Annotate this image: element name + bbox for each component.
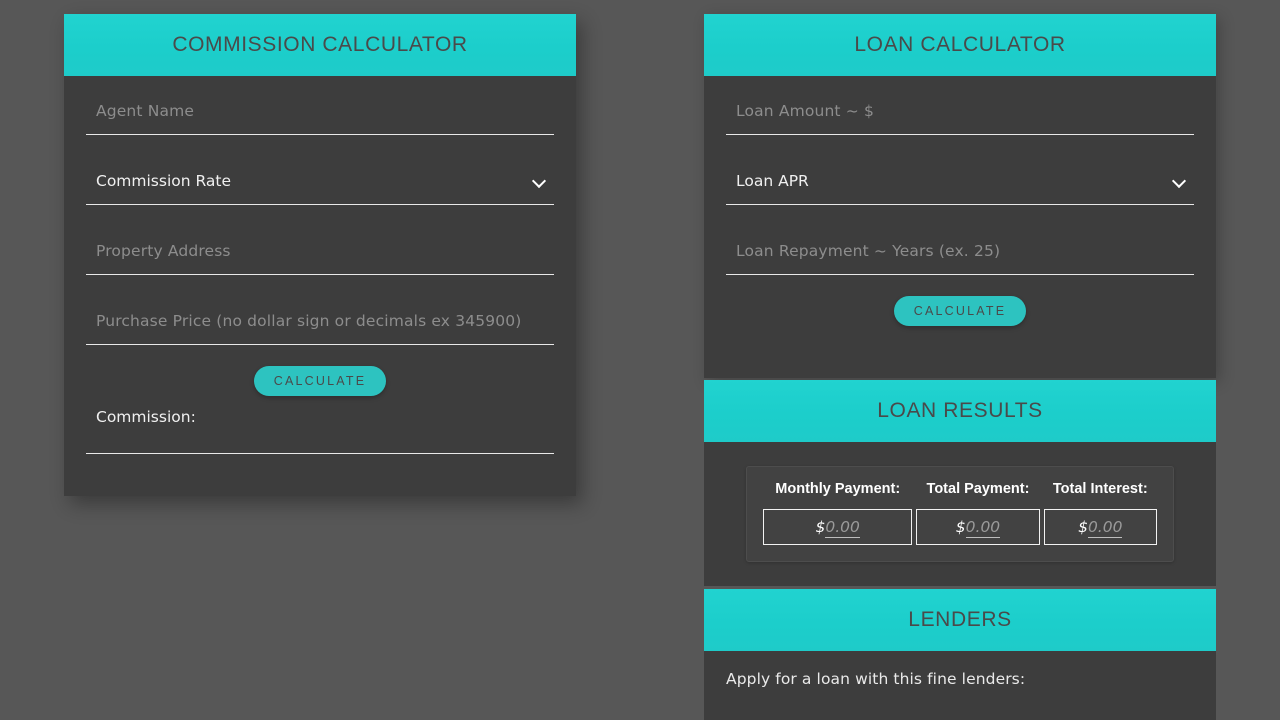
commission-calculator-panel: COMMISSION CALCULATOR Agent Name Commiss… <box>64 14 576 496</box>
loan-results-title: LOAN RESULTS <box>877 399 1043 422</box>
loan-repayment-underline <box>726 274 1194 275</box>
currency-sign: $ <box>955 518 966 537</box>
column-header-total-interest: Total Interest: <box>1052 481 1148 498</box>
loan-calculator-panel: LOAN CALCULATOR Loan Amount ~ $ Loan APR… <box>704 14 1216 378</box>
purchase-price-placeholder: Purchase Price (no dollar sign or decima… <box>96 312 522 330</box>
chevron-down-icon <box>533 175 546 188</box>
loan-calculator-title: LOAN CALCULATOR <box>854 33 1066 56</box>
loan-apr-underline <box>726 204 1194 205</box>
loan-repayment-field[interactable]: Loan Repayment ~ Years (ex. 25) <box>726 216 1194 286</box>
monthly-payment-amount: 0.00 <box>825 518 860 539</box>
loan-calculator-header: LOAN CALCULATOR <box>704 14 1216 76</box>
loan-results-table-card: Monthly Payment: Total Payment: Total In… <box>746 466 1174 562</box>
property-address-underline <box>86 274 554 275</box>
commission-result-row: Commission: <box>86 396 554 454</box>
lenders-intro-text: Apply for a loan with this fine lenders: <box>726 670 1026 688</box>
total-interest-amount: 0.00 <box>1087 518 1123 539</box>
cell-total-payment[interactable]: $0.00 <box>916 508 1040 545</box>
commission-calculator-title: COMMISSION CALCULATOR <box>172 33 468 56</box>
total-interest-value: $0.00 <box>1078 518 1123 539</box>
loan-results-body: Monthly Payment: Total Payment: Total In… <box>704 442 1216 586</box>
lenders-body: Apply for a loan with this fine lenders: <box>704 651 1216 720</box>
loan-results-panel: LOAN RESULTS Monthly Payment: Total Paym… <box>704 380 1216 586</box>
lenders-title: LENDERS <box>908 608 1012 631</box>
commission-calculate-row: CALCULATE <box>86 356 554 396</box>
column-header-monthly-payment: Monthly Payment: <box>775 481 901 498</box>
agent-name-underline <box>86 134 554 135</box>
agent-name-field[interactable]: Agent Name <box>86 76 554 146</box>
loan-results-table: Monthly Payment: Total Payment: Total In… <box>759 481 1161 545</box>
purchase-price-field[interactable]: Purchase Price (no dollar sign or decima… <box>86 286 554 356</box>
commission-rate-select[interactable]: Commission Rate <box>86 146 554 216</box>
commission-rate-underline <box>86 204 554 205</box>
commission-result-label: Commission: <box>96 408 196 426</box>
loan-calculate-row: CALCULATE <box>726 286 1194 326</box>
total-payment-amount: 0.00 <box>965 518 1001 539</box>
commission-calculator-header: COMMISSION CALCULATOR <box>64 14 576 76</box>
loan-calculator-body: Loan Amount ~ $ Loan APR Loan Repayment … <box>704 76 1216 378</box>
currency-sign: $ <box>815 518 826 537</box>
loan-results-header: LOAN RESULTS <box>704 380 1216 442</box>
currency-sign: $ <box>1078 518 1088 537</box>
loan-amount-placeholder: Loan Amount ~ $ <box>736 102 874 120</box>
total-payment-value: $0.00 <box>955 518 1001 539</box>
commission-rate-label: Commission Rate <box>96 172 232 190</box>
chevron-down-icon <box>1173 175 1186 188</box>
loan-apr-select[interactable]: Loan APR <box>726 146 1194 216</box>
cell-total-interest[interactable]: $0.00 <box>1043 508 1157 545</box>
monthly-payment-value: $0.00 <box>815 518 860 539</box>
commission-calculate-button[interactable]: CALCULATE <box>253 366 387 396</box>
loan-apr-label: Loan APR <box>736 172 809 190</box>
lenders-panel: LENDERS Apply for a loan with this fine … <box>704 589 1216 720</box>
table-header-row: Monthly Payment: Total Payment: Total In… <box>763 481 1157 509</box>
agent-name-placeholder: Agent Name <box>96 102 195 120</box>
commission-result-underline[interactable] <box>86 453 554 454</box>
property-address-placeholder: Property Address <box>96 242 231 260</box>
purchase-price-underline <box>86 344 554 345</box>
loan-amount-underline <box>726 134 1194 135</box>
commission-calculator-body: Agent Name Commission Rate Property Addr… <box>64 76 576 496</box>
loan-amount-field[interactable]: Loan Amount ~ $ <box>726 76 1194 146</box>
lenders-header: LENDERS <box>704 589 1216 651</box>
loan-calculate-button[interactable]: CALCULATE <box>893 296 1027 326</box>
property-address-field[interactable]: Property Address <box>86 216 554 286</box>
column-header-total-payment: Total Payment: <box>926 481 1030 498</box>
cell-monthly-payment[interactable]: $0.00 <box>763 508 913 545</box>
loan-repayment-placeholder: Loan Repayment ~ Years (ex. 25) <box>736 242 1001 260</box>
table-row: $0.00 $0.00 $0.00 <box>763 508 1157 545</box>
